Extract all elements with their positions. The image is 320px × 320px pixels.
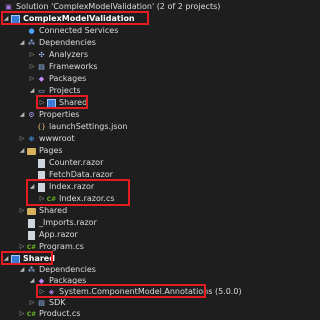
tree-item-label: App.razor	[39, 230, 78, 239]
tree-item-label: Program.cs	[39, 242, 84, 251]
tree-item-label: Solution 'ComplexModelValidation' (2 of …	[16, 2, 221, 11]
razor-file-icon	[37, 182, 46, 192]
packages-icon: ◆	[38, 74, 45, 83]
project-icon	[11, 14, 20, 24]
properties-icon: ⚙	[28, 110, 35, 119]
csharp-file-icon: C#	[26, 243, 37, 251]
tree-item-label: Pages	[39, 146, 63, 155]
collapse-arrow-icon[interactable]: ◢	[28, 275, 36, 287]
collapse-arrow-icon[interactable]: ◢	[18, 109, 26, 121]
tree-item-counter-razor[interactable]: Counter.razor	[28, 157, 103, 169]
tree-item-properties[interactable]: ◢ ⚙ Properties	[18, 109, 80, 121]
tree-item-dependencies[interactable]: ◢ ⁂ Dependencies	[18, 37, 96, 49]
csharp-file-icon: C#	[26, 310, 37, 318]
razor-file-icon	[27, 230, 36, 240]
package-icon: ◈	[48, 287, 55, 296]
json-file-icon: {}	[37, 122, 46, 131]
tree-item-annotations-package[interactable]: ▷ ◈ System.ComponentModel.Annotations (5…	[38, 286, 242, 298]
expand-arrow-icon[interactable]: ▷	[18, 308, 26, 320]
connected-services-icon: ●	[28, 26, 35, 35]
csharp-file-icon: C#	[46, 195, 57, 203]
collapse-arrow-icon[interactable]: ◢	[28, 181, 36, 193]
folder-icon	[27, 147, 36, 156]
tree-item-analyzers[interactable]: ▷ ✣ Analyzers	[28, 49, 88, 61]
tree-item-launchsettings[interactable]: {} launchSettings.json	[28, 121, 127, 133]
dependencies-icon: ⁂	[28, 265, 35, 274]
tree-item-product-cs[interactable]: ▷ C# Product.cs	[18, 308, 81, 320]
frameworks-icon: ▤	[38, 62, 45, 71]
tree-item-frameworks[interactable]: ▷ ▤ Frameworks	[28, 61, 98, 73]
collapse-arrow-icon[interactable]: ◢	[18, 37, 26, 49]
tree-item-label: wwwroot	[39, 134, 75, 143]
tree-item-label: Analyzers	[49, 50, 88, 59]
expand-arrow-icon[interactable]: ▷	[38, 97, 46, 109]
expand-arrow-icon[interactable]: ▷	[28, 61, 36, 73]
tree-item-wwwroot[interactable]: ▷ ⊕ wwwroot	[18, 133, 75, 145]
expand-arrow-icon[interactable]: ▷	[18, 133, 26, 145]
packages-icon: ◆	[38, 276, 45, 285]
razor-file-icon	[27, 218, 36, 228]
tree-item-label: ComplexModelValidation	[23, 14, 135, 23]
tree-item-label: Shared	[39, 206, 68, 215]
tree-item-label: Properties	[39, 110, 80, 119]
collapse-arrow-icon[interactable]: ◢	[28, 85, 36, 97]
collapse-arrow-icon[interactable]: ◢	[18, 145, 26, 157]
tree-item-index-razor-cs[interactable]: ▷ C# Index.razor.cs	[38, 193, 115, 205]
expand-arrow-icon[interactable]: ▷	[18, 205, 26, 217]
tree-item-label: Product.cs	[39, 309, 81, 318]
razor-file-icon	[37, 158, 46, 168]
expand-arrow-icon[interactable]: ▷	[18, 241, 26, 253]
tree-item-label: Counter.razor	[49, 158, 104, 167]
collapse-arrow-icon[interactable]: ◢	[2, 13, 10, 25]
project-icon	[11, 254, 20, 264]
expand-arrow-icon[interactable]: ▷	[28, 73, 36, 85]
tree-item-connected-services[interactable]: ● Connected Services	[18, 25, 118, 37]
tree-item-shared-folder[interactable]: ▷ Shared	[18, 205, 67, 217]
solution-icon: ▣	[5, 2, 12, 11]
razor-file-icon	[37, 170, 46, 180]
tree-item-label: Dependencies	[39, 38, 96, 47]
tree-item-label: _Imports.razor	[39, 218, 97, 227]
tree-item-solution[interactable]: ▣ Solution 'ComplexModelValidation' (2 o…	[4, 1, 220, 13]
tree-item-project-complexmodelvalidation[interactable]: ◢ ComplexModelValidation	[2, 13, 135, 25]
tree-item-label: Index.razor	[49, 182, 95, 191]
globe-icon: ⊕	[28, 134, 35, 143]
analyzers-icon: ✣	[38, 50, 45, 59]
tree-item-label: Frameworks	[49, 62, 98, 71]
tree-item-label: Packages	[49, 74, 87, 83]
tree-item-pages[interactable]: ◢ Pages	[18, 145, 63, 157]
tree-item-label: Connected Services	[39, 26, 119, 35]
dependencies-icon: ⁂	[28, 38, 35, 47]
collapse-arrow-icon[interactable]: ◢	[2, 253, 10, 265]
tree-item-imports-razor[interactable]: _Imports.razor	[18, 217, 97, 229]
tree-item-program-cs[interactable]: ▷ C# Program.cs	[18, 241, 84, 253]
tree-item-app-razor[interactable]: App.razor	[18, 229, 78, 241]
collapse-arrow-icon[interactable]: ◢	[18, 264, 26, 276]
tree-item-label: FetchData.razor	[49, 170, 113, 179]
tree-item-fetchdata-razor[interactable]: FetchData.razor	[28, 169, 113, 181]
tree-item-label: Index.razor.cs	[59, 194, 115, 203]
projects-icon: ▭	[38, 86, 45, 95]
tree-item-label: launchSettings.json	[49, 122, 128, 131]
tree-item-packages[interactable]: ▷ ◆ Packages	[28, 73, 87, 85]
project-reference-icon	[47, 98, 56, 108]
tree-item-index-razor[interactable]: ◢ Index.razor	[28, 181, 94, 193]
expand-arrow-icon[interactable]: ▷	[38, 193, 46, 205]
tree-item-label: System.ComponentModel.Annotations (5.0.0…	[59, 287, 242, 296]
tree-item-projects[interactable]: ◢ ▭ Projects	[28, 85, 81, 97]
tree-item-label: Projects	[49, 86, 81, 95]
folder-icon	[27, 207, 36, 216]
tree-item-shared-reference[interactable]: ▷ Shared	[38, 97, 87, 109]
expand-arrow-icon[interactable]: ▷	[28, 49, 36, 61]
tree-item-label: Shared	[59, 98, 88, 107]
